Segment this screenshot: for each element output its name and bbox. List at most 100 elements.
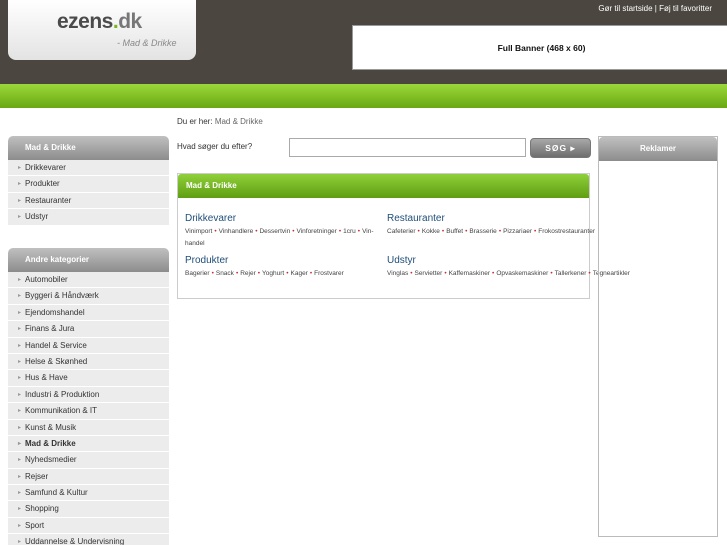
subcategory-link[interactable]: Snack (216, 270, 234, 277)
sidebar-item[interactable]: ▸ Samfund & Kultur (8, 485, 169, 502)
sidebar-item-label: Udstyr (25, 212, 49, 222)
breadcrumb: Du er her: Mad & Drikke (177, 117, 263, 126)
subcategory-link[interactable]: Tallerkener (555, 270, 587, 277)
sidebar-item[interactable]: ▸ Shopping (8, 501, 169, 518)
breadcrumb-current[interactable]: Mad & Drikke (215, 117, 263, 126)
sidebar-item-label: Shopping (25, 504, 59, 514)
ads-panel: Reklamer (598, 136, 718, 537)
category-link[interactable]: Produkter (185, 255, 383, 266)
bullet-separator: • (498, 228, 502, 235)
sidebar-item[interactable]: ▸ Hus & Have (8, 370, 169, 387)
sidebar-current-category: Mad & Drikke ▸ Drikkevarer ▸ Produkter ▸ Rest… (8, 136, 169, 226)
logo-subtitle: - Mad & Drikke (117, 38, 177, 48)
subcategory-link[interactable]: Dessertvin (259, 228, 290, 235)
subcategory-link[interactable]: Opvaskemaskiner (496, 270, 548, 277)
sidebar-item[interactable]: ▸ Ejendomshandel (8, 304, 169, 322)
subcategory-link[interactable]: Buffet (446, 228, 463, 235)
subcategory-link[interactable]: Pizzariaer (503, 228, 532, 235)
subcategory-link[interactable]: 1cru (343, 228, 356, 235)
subcategory-link[interactable]: Frostvarer (314, 270, 344, 277)
sidebar-item[interactable]: ▸ Handel & Service (8, 337, 169, 354)
bullet-separator: • (214, 228, 217, 235)
chevron-right-icon: ▸ (18, 309, 22, 316)
bullet-separator: • (255, 228, 258, 235)
bullet-separator: • (492, 270, 495, 277)
sidebar-item-label: Restauranter (25, 195, 72, 205)
sidebar-item[interactable]: ▸ Kunst & Musik (8, 419, 169, 436)
sidebar-item-label: Uddannelse & Undervisning (25, 537, 125, 545)
bullet-separator: • (444, 270, 447, 277)
bullet-separator: • (465, 228, 468, 235)
bullet-separator: • (286, 270, 289, 277)
category-link[interactable]: Udstyr (387, 255, 585, 266)
sidebar-item[interactable]: ▸ Nyhedsmedier (8, 452, 169, 469)
search-label: Hvad søger du efter? (177, 142, 253, 151)
sidebar-heading: Andre kategorier (8, 248, 169, 272)
green-nav-bar (0, 84, 727, 108)
top-links[interactable]: Gør til startside | Føj til favoritter (598, 4, 712, 13)
subcategory-link[interactable]: Yoghurt (262, 270, 284, 277)
category-link[interactable]: Drikkevarer (185, 213, 383, 224)
sidebar-item[interactable]: ▸ Udstyr (8, 209, 169, 226)
subcategory-link[interactable]: Vinhandlere (219, 228, 254, 235)
sidebar-item[interactable]: ▸ Uddannelse & Undervisning (8, 534, 169, 545)
chevron-right-icon: ▸ (18, 506, 22, 513)
subcategory-link[interactable]: Brasserie (469, 228, 496, 235)
logo-text: ezens.dk (57, 10, 142, 34)
subcategory-link[interactable]: Kokke (422, 228, 440, 235)
chevron-right-icon: ▸ (18, 326, 22, 333)
category-block: Drikkevarer Vinimport • Vinhandlere • Dessert… (185, 213, 383, 250)
bullet-separator: • (338, 228, 342, 235)
sidebar-item[interactable]: ▸ Produkter (8, 176, 169, 193)
category-link[interactable]: Restauranter (387, 213, 585, 224)
sidebar-item[interactable]: ▸ Automobiler (8, 272, 169, 289)
subcategory-link[interactable]: Vinglas (387, 270, 408, 277)
bullet-separator: • (534, 228, 537, 235)
sidebar-item[interactable]: ▸ Kommunikation & IT (8, 403, 169, 420)
bullet-separator: • (309, 270, 313, 277)
search-input[interactable] (289, 138, 526, 157)
sidebar-item[interactable]: ▸ Rejser (8, 468, 169, 486)
chevron-right-icon: ▸ (18, 473, 22, 480)
sidebar-item[interactable]: ▸ Mad & Drikke (8, 435, 169, 453)
sidebar-item-label: Sport (25, 520, 45, 530)
chevron-right-icon: ▸ (18, 539, 22, 545)
logo[interactable]: ezens.dk - Mad & Drikke (8, 0, 196, 60)
search-button[interactable]: SØG ▸ (530, 138, 591, 158)
sidebar-item-label: Handel & Service (25, 340, 87, 350)
category-block: Udstyr Vinglas • Servietter • Kaffemaskiner • O… (387, 255, 630, 280)
subcategory-link[interactable]: Frokostrestauranter (538, 228, 595, 235)
subcategory-link[interactable]: Rejer (240, 270, 256, 277)
sidebar-heading: Mad & Drikke (8, 136, 169, 160)
chevron-right-icon: ▸ (18, 293, 22, 300)
subcategory-link[interactable]: Bagerier (185, 270, 210, 277)
sidebar-item[interactable]: ▸ Finans & Jura (8, 321, 169, 338)
subcategory-link[interactable]: Vinimport (185, 228, 212, 235)
subcategory-link[interactable]: Kager (291, 270, 308, 277)
sidebar-item-label: Kunst & Musik (25, 422, 77, 432)
sidebar-item[interactable]: ▸ Restauranter (8, 192, 169, 210)
sidebar-item[interactable]: ▸ Sport (8, 517, 169, 535)
sidebar-item-label: Automobiler (25, 275, 68, 284)
sidebar-item-label: Helse & Skønhed (25, 356, 88, 366)
sidebar-item[interactable]: ▸ Byggeri & Håndværk (8, 288, 169, 305)
sidebar-item[interactable]: ▸ Industri & Produktion (8, 386, 169, 404)
sidebar-item[interactable]: ▸ Helse & Skønhed (8, 353, 169, 371)
ads-heading: Reklamer (599, 137, 717, 161)
subcategory-link[interactable]: Kaffemaskiner (449, 270, 490, 277)
chevron-right-icon: ▸ (18, 424, 22, 431)
subcategory-link[interactable]: Cafeterier (387, 228, 416, 235)
bullet-separator: • (550, 270, 553, 277)
ad-banner[interactable]: Full Banner (468 x 60) (352, 25, 727, 70)
bullet-separator: • (211, 270, 214, 277)
bullet-separator: • (588, 270, 591, 277)
subcategory-list: Cafeterier • Kokke • Buffet • Brasserie • Pizzar… (387, 226, 595, 238)
breadcrumb-label: Du er her: (177, 117, 213, 126)
header: ezens.dk - Mad & Drikke Gør til startsid… (0, 0, 727, 84)
subcategory-link[interactable]: Servietter (414, 270, 442, 277)
sidebar-item[interactable]: ▸ Drikkevarer (8, 160, 169, 177)
subcategory-link[interactable]: Vinforetninger (296, 228, 336, 235)
category-block: Restauranter Cafeterier • Kokke • Buffet • Bras… (387, 213, 595, 238)
chevron-right-icon: ▸ (18, 181, 22, 188)
sidebar-item-label: Produkter (25, 179, 60, 189)
